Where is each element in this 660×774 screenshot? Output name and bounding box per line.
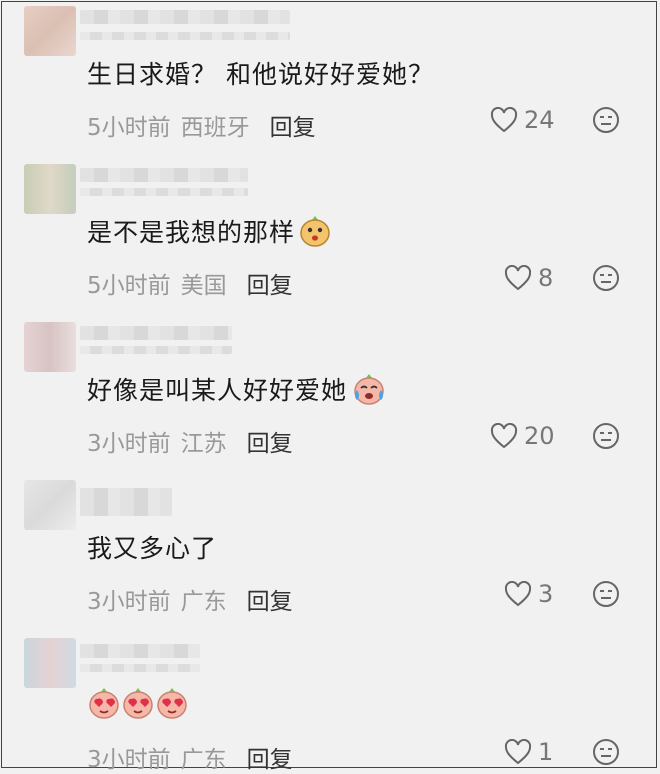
comment-item: 好像是叫某人好好爱她 3小时前 江苏 回复 20 [2, 318, 658, 476]
comment-region: 广东 [180, 747, 227, 773]
neutral-face-icon [593, 107, 619, 133]
crying-face-icon [354, 374, 384, 405]
heart-eyes-icon [89, 688, 119, 719]
like-count: 24 [524, 106, 555, 134]
username-blurred-line [80, 32, 290, 40]
comment-item: 我又多心了 3小时前 广东 回复 3 [2, 476, 658, 634]
heart-icon [490, 107, 518, 133]
comment-time: 3小时前 [87, 589, 171, 615]
comment-text [87, 686, 189, 720]
username-blurred-line [80, 664, 200, 672]
username-blurred[interactable] [80, 488, 172, 516]
comment-text: 我又多心了 [87, 534, 218, 563]
comment-region: 广东 [180, 589, 227, 615]
comment-time: 3小时前 [87, 747, 171, 773]
dislike-button[interactable] [592, 738, 620, 770]
username-blurred-line [80, 188, 248, 196]
like-count: 1 [538, 738, 554, 766]
heart-icon [490, 423, 518, 449]
neutral-face-icon [593, 739, 619, 765]
dislike-button[interactable] [592, 106, 620, 138]
heart-icon [504, 265, 532, 291]
comment-list: 生日求婚？ 和他说好好爱她？ 5小时前 西班牙 回复 24 是不是我想的那样 5… [1, 1, 658, 773]
like-button[interactable]: 1 [504, 738, 553, 766]
comment-text: 好像是叫某人好好爱她 [87, 371, 387, 407]
comment-meta: 5小时前 美国 回复 [87, 266, 293, 300]
username-blurred[interactable] [80, 168, 248, 182]
comment-meta: 3小时前 广东 回复 [87, 740, 293, 774]
like-button[interactable]: 8 [504, 264, 553, 292]
comment-item: 是不是我想的那样 5小时前 美国 回复 8 [2, 160, 658, 318]
reply-button[interactable]: 回复 [270, 108, 316, 142]
neutral-face-icon [593, 581, 619, 607]
avatar[interactable] [24, 638, 76, 688]
comment-region: 江苏 [180, 431, 227, 457]
like-button[interactable]: 24 [490, 106, 555, 134]
avatar[interactable] [24, 164, 76, 214]
comment-meta: 5小时前 西班牙 回复 [87, 108, 316, 142]
username-blurred[interactable] [80, 10, 290, 24]
neutral-face-icon [593, 265, 619, 291]
heart-eyes-icon [157, 688, 187, 719]
comment-time: 5小时前 [87, 273, 171, 299]
comment-region: 美国 [180, 273, 227, 299]
comment-time: 5小时前 [87, 115, 171, 141]
comment-region: 西班牙 [180, 115, 250, 141]
avatar[interactable] [24, 6, 76, 56]
like-button[interactable]: 3 [504, 580, 553, 608]
heart-icon [504, 581, 532, 607]
like-count: 8 [538, 264, 554, 292]
username-blurred-line [80, 346, 232, 354]
comment-meta: 3小时前 广东 回复 [87, 582, 293, 616]
comment-meta: 3小时前 江苏 回复 [87, 424, 293, 458]
like-button[interactable]: 20 [490, 422, 555, 450]
reply-button[interactable]: 回复 [247, 582, 293, 616]
like-count: 20 [524, 422, 555, 450]
username-blurred[interactable] [80, 644, 200, 658]
username-blurred[interactable] [80, 326, 232, 340]
reply-button[interactable]: 回复 [247, 424, 293, 458]
dislike-button[interactable] [592, 264, 620, 296]
dislike-button[interactable] [592, 580, 620, 612]
neutral-face-icon [593, 423, 619, 449]
comment-item: 生日求婚？ 和他说好好爱她？ 5小时前 西班牙 回复 24 [2, 2, 658, 160]
comment-item: 3小时前 广东 回复 1 [2, 634, 658, 773]
reply-button[interactable]: 回复 [247, 266, 293, 300]
avatar[interactable] [24, 322, 76, 372]
avatar[interactable] [24, 480, 76, 530]
comment-text: 生日求婚？ 和他说好好爱她？ [87, 60, 434, 89]
comment-time: 3小时前 [87, 431, 171, 457]
like-count: 3 [538, 580, 554, 608]
drooling-face-icon [300, 216, 330, 247]
reply-button[interactable]: 回复 [247, 740, 293, 774]
comment-text: 是不是我想的那样 [87, 213, 331, 249]
heart-eyes-icon [123, 688, 153, 719]
dislike-button[interactable] [592, 422, 620, 454]
heart-icon [504, 739, 532, 765]
